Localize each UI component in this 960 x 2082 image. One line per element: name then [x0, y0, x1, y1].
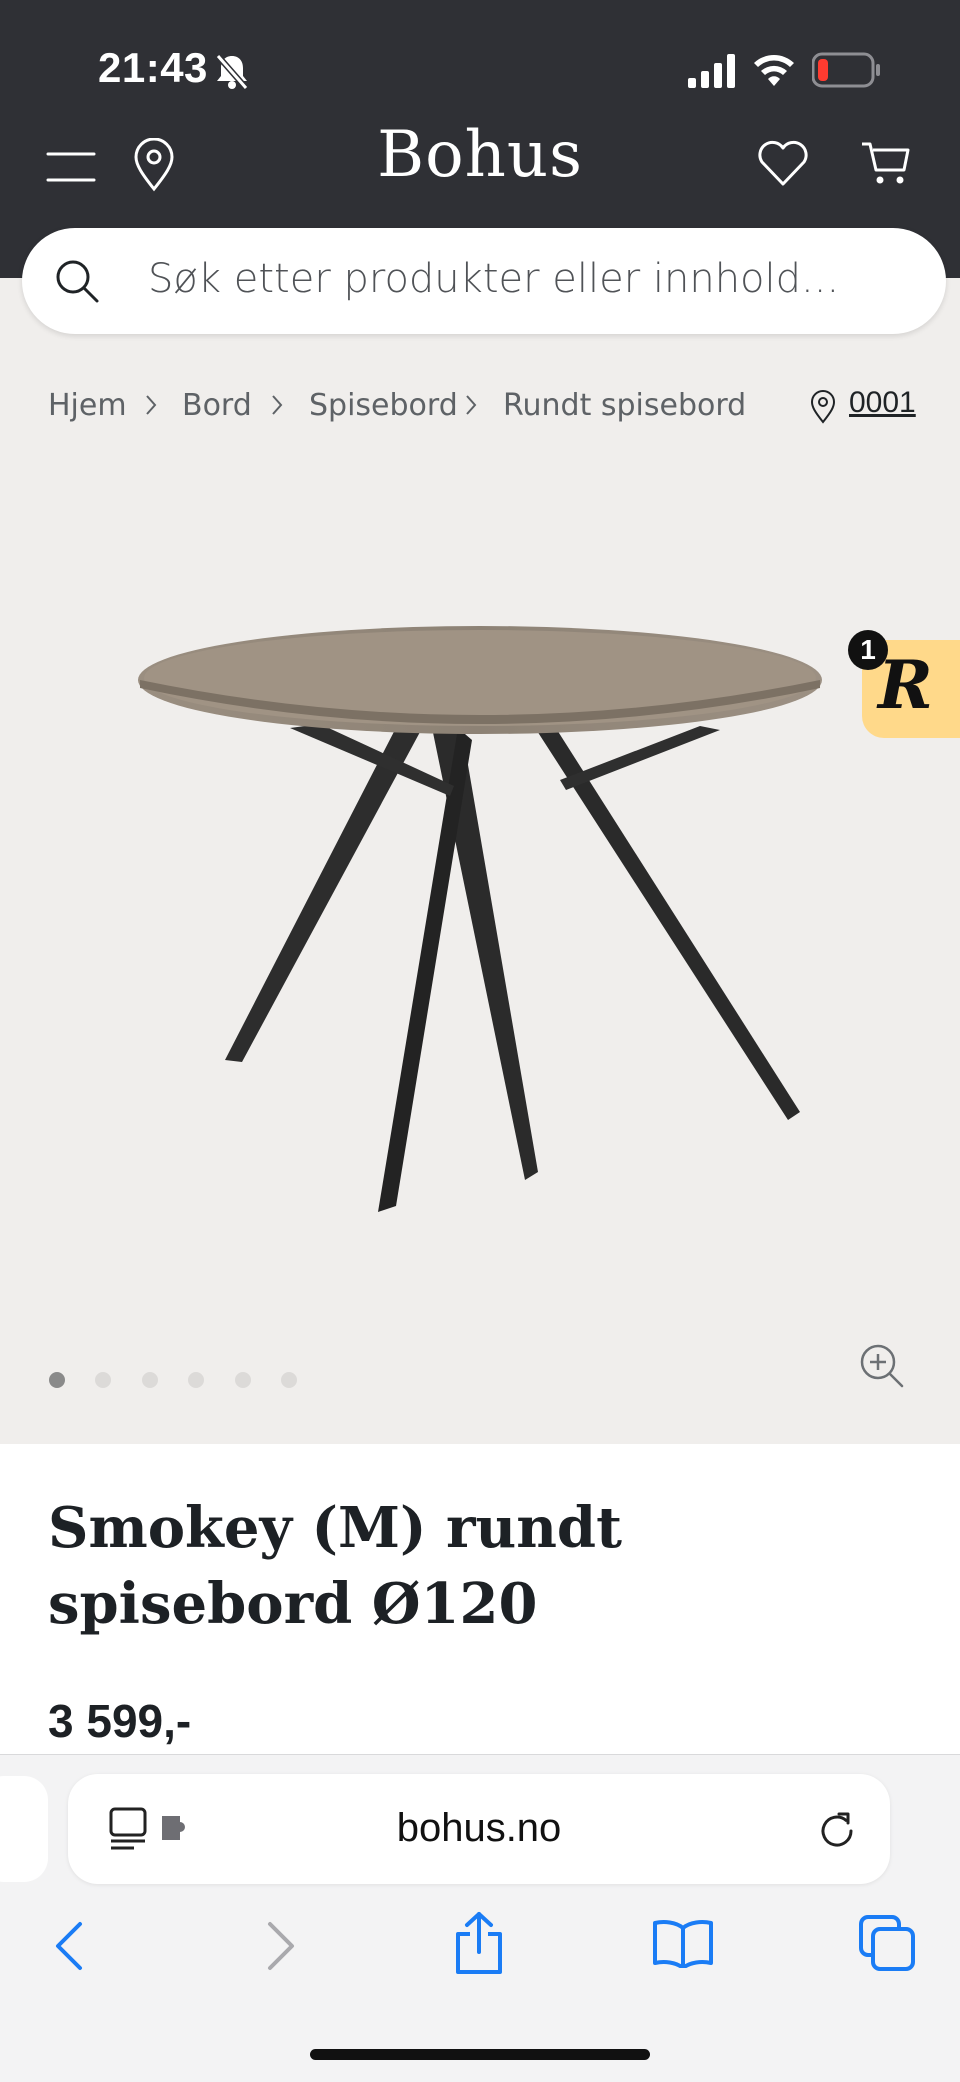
product-price: 3 599,- — [48, 1695, 192, 1747]
carousel-dot[interactable] — [188, 1372, 204, 1388]
carousel-dot[interactable] — [281, 1372, 297, 1388]
carousel-dot[interactable] — [49, 1372, 65, 1388]
reviews-badge-count: 1 — [848, 630, 888, 670]
breadcrumb-home[interactable]: Hjem — [48, 388, 127, 423]
tabs-icon[interactable] — [858, 1914, 916, 1972]
product-image[interactable] — [120, 600, 840, 1220]
chevron-right-icon — [272, 395, 283, 415]
carousel-dot[interactable] — [95, 1372, 111, 1388]
forward-icon[interactable] — [262, 1920, 298, 1972]
search-placeholder: Søk etter produkter eller innhold... — [148, 256, 840, 302]
url-text[interactable]: bohus.no — [68, 1806, 890, 1851]
zoom-in-icon[interactable] — [858, 1342, 906, 1390]
wishlist-heart-icon[interactable] — [756, 140, 810, 188]
chevron-right-icon — [466, 395, 477, 415]
breadcrumb-bord[interactable]: Bord — [182, 388, 252, 423]
location-pin-icon — [810, 390, 836, 424]
previous-tab-preview[interactable] — [0, 1776, 48, 1882]
chevron-right-icon — [146, 395, 157, 415]
reload-icon[interactable] — [816, 1810, 858, 1852]
carousel-dot[interactable] — [142, 1372, 158, 1388]
back-icon[interactable] — [52, 1920, 88, 1972]
bohus-logo[interactable]: Bohus — [0, 118, 960, 192]
share-icon[interactable] — [452, 1910, 506, 1976]
carousel-dot[interactable] — [235, 1372, 251, 1388]
selected-store-link[interactable]: 0001 — [849, 386, 916, 420]
product-title: Smokey (M) rundt spisebord Ø120 — [48, 1495, 622, 1637]
shopping-cart-icon[interactable] — [860, 138, 910, 188]
battery-icon — [812, 52, 880, 88]
silent-bell-icon — [215, 54, 249, 90]
search-icon — [56, 260, 99, 303]
breadcrumb-spisebord[interactable]: Spisebord — [309, 388, 458, 423]
wifi-icon — [754, 55, 794, 86]
status-time: 21:43 — [98, 44, 208, 91]
bookmarks-icon[interactable] — [652, 1918, 714, 1968]
breadcrumb-rundt-spisebord[interactable]: Rundt spisebord — [503, 388, 746, 423]
cellular-signal-icon — [688, 54, 735, 88]
home-indicator — [310, 2049, 650, 2060]
